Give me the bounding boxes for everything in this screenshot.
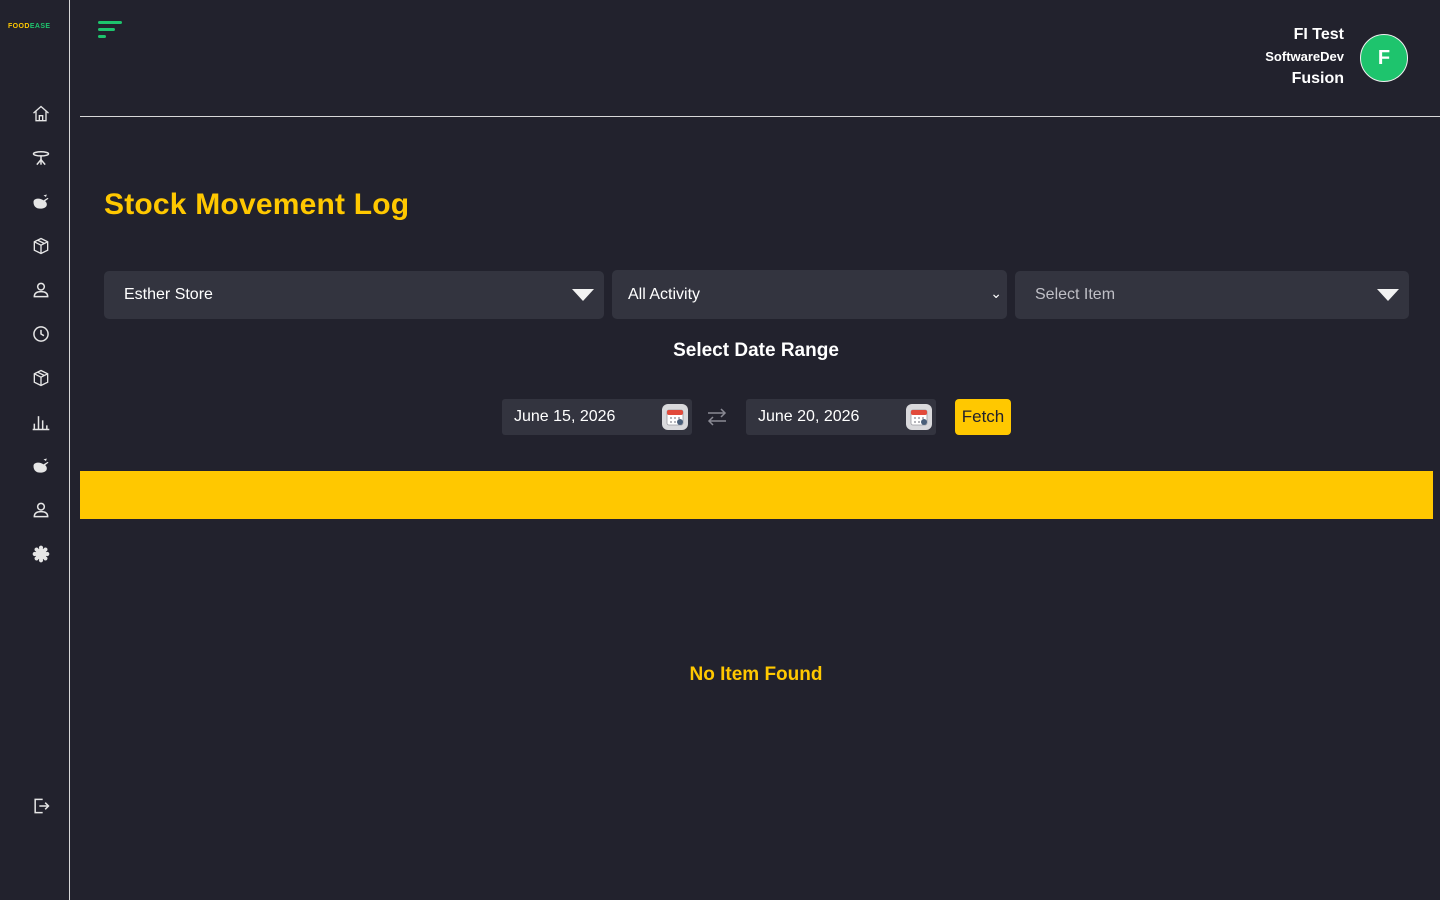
sidebar-item-recipes[interactable] — [27, 452, 55, 480]
caret-down-icon — [1377, 289, 1399, 301]
menu-toggle-button[interactable] — [98, 20, 126, 42]
store-select-value: Esther Store — [124, 286, 213, 303]
item-select[interactable]: Select Item — [1015, 271, 1409, 319]
brand-logo-part1: FOOD — [8, 23, 30, 30]
sidebar-item-home[interactable] — [27, 100, 55, 128]
chevron-down-icon: ⌄ — [990, 285, 1002, 301]
item-select-placeholder: Select Item — [1035, 286, 1116, 303]
table-icon — [32, 151, 50, 166]
staff-user-icon — [33, 502, 49, 518]
sidebar-item-menu[interactable] — [27, 188, 55, 216]
box-icon — [33, 237, 49, 255]
user-role: SoftwareDev — [1265, 49, 1344, 64]
sidebar: FOODEASE — [0, 0, 70, 900]
empty-state-message: No Item Found — [689, 664, 823, 685]
header-divider — [80, 116, 1440, 117]
activity-select[interactable]: All Activity ⌄ — [612, 270, 1007, 319]
page-title: Stock Movement Log — [104, 188, 410, 221]
store-select[interactable]: Esther Store — [104, 271, 604, 319]
user-info: FI Test SoftwareDev Fusion — [1265, 24, 1344, 90]
sidebar-item-logout[interactable] — [27, 792, 55, 820]
user-name: FI Test — [1293, 26, 1344, 43]
activity-select-value: All Activity — [628, 285, 701, 303]
end-date-value: June 20, 2026 — [758, 408, 860, 425]
user-icon — [33, 282, 49, 298]
menu-icon — [98, 21, 122, 38]
start-date-value: June 15, 2026 — [514, 408, 616, 425]
end-date-input[interactable]: June 20, 2026 — [746, 399, 936, 435]
caret-down-icon — [572, 289, 594, 301]
calendar-icon[interactable] — [662, 404, 688, 430]
food-icon — [33, 458, 49, 473]
sidebar-item-inventory[interactable] — [27, 364, 55, 392]
bar-chart-icon — [32, 416, 50, 431]
calendar-icon[interactable] — [906, 404, 932, 430]
brand-logo-part2: EASE — [29, 23, 51, 30]
table-header — [80, 471, 1433, 519]
food-icon — [33, 194, 49, 209]
sidebar-item-settings[interactable] — [27, 540, 55, 568]
user-organization: Fusion — [1291, 70, 1344, 87]
home-icon — [33, 105, 49, 122]
inventory-box-icon — [33, 369, 49, 387]
sidebar-item-customers[interactable] — [27, 276, 55, 304]
sidebar-item-tables[interactable] — [27, 144, 55, 172]
sidebar-item-products[interactable] — [27, 232, 55, 260]
sidebar-item-staff[interactable] — [27, 496, 55, 524]
brand-logo[interactable]: FOODEASE — [8, 22, 51, 32]
fetch-button[interactable]: Fetch — [955, 399, 1011, 435]
logout-icon — [34, 798, 50, 814]
start-date-input[interactable]: June 15, 2026 — [502, 399, 692, 435]
swap-arrows-icon — [707, 408, 727, 426]
date-range-label: Select Date Range — [673, 340, 839, 361]
avatar[interactable]: F — [1360, 34, 1408, 82]
gear-icon — [32, 545, 50, 563]
sidebar-item-reports[interactable] — [27, 408, 55, 436]
